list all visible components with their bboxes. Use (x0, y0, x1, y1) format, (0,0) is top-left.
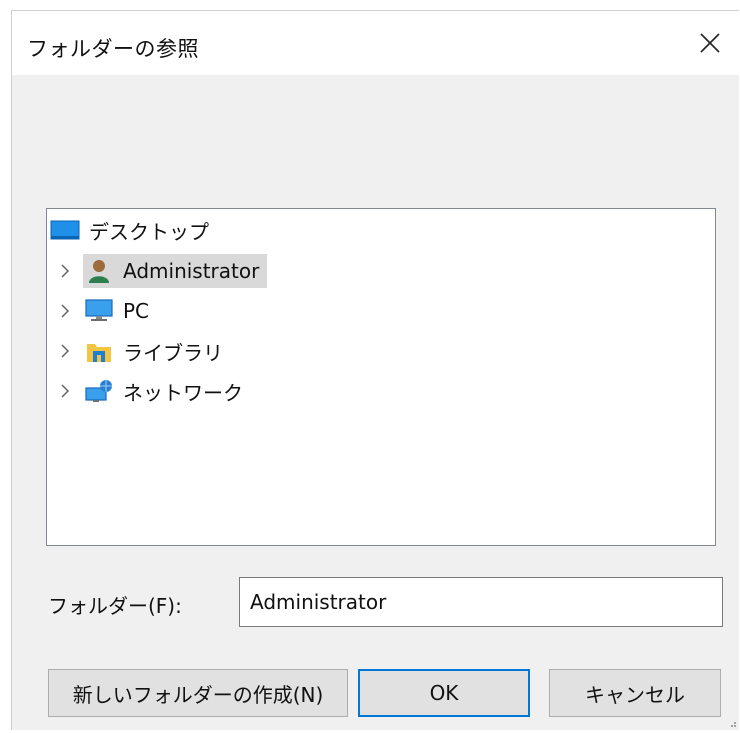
expand-chevron-icon[interactable] (57, 381, 73, 401)
resize-grip-icon[interactable] (727, 718, 737, 728)
tree-item-administrator[interactable]: Administrator (83, 254, 268, 288)
computer-icon (83, 298, 115, 324)
dialog-title: フォルダーの参照 (27, 37, 199, 61)
ok-button[interactable]: OK (358, 669, 530, 717)
tree-item-library[interactable]: ライブラリ (83, 334, 223, 368)
new-folder-button[interactable]: 新しいフォルダーの作成(N) (48, 669, 348, 717)
tree-item-label: Administrator (123, 259, 260, 283)
expand-chevron-icon[interactable] (57, 341, 73, 361)
network-icon (83, 378, 115, 404)
tree-item-label: ライブラリ (123, 340, 223, 365)
title-bar: フォルダーの参照 (12, 11, 739, 75)
cancel-button[interactable]: キャンセル (549, 669, 721, 717)
tree-item-label: デスクトップ (89, 219, 209, 244)
user-icon (83, 258, 115, 284)
tree-item-desktop[interactable]: デスクトップ (49, 213, 209, 247)
tree-item-network[interactable]: ネットワーク (83, 374, 243, 408)
folder-name-input[interactable] (239, 577, 723, 627)
folder-field-label: フォルダー(F): (48, 594, 182, 618)
close-icon (700, 33, 720, 53)
browse-folder-dialog: フォルダーの参照 デスクトップ Administrator PC ライブラリ ネ… (11, 10, 739, 730)
expand-chevron-icon[interactable] (57, 301, 73, 321)
tree-item-label: ネットワーク (123, 380, 243, 405)
tree-item-pc[interactable]: PC (83, 294, 149, 328)
expand-chevron-icon[interactable] (57, 261, 73, 281)
library-icon (83, 338, 115, 364)
desktop-icon (49, 217, 81, 243)
tree-item-label: PC (123, 299, 150, 323)
folder-tree[interactable]: デスクトップ Administrator PC ライブラリ ネットワーク (46, 208, 716, 546)
close-button[interactable] (681, 11, 739, 75)
